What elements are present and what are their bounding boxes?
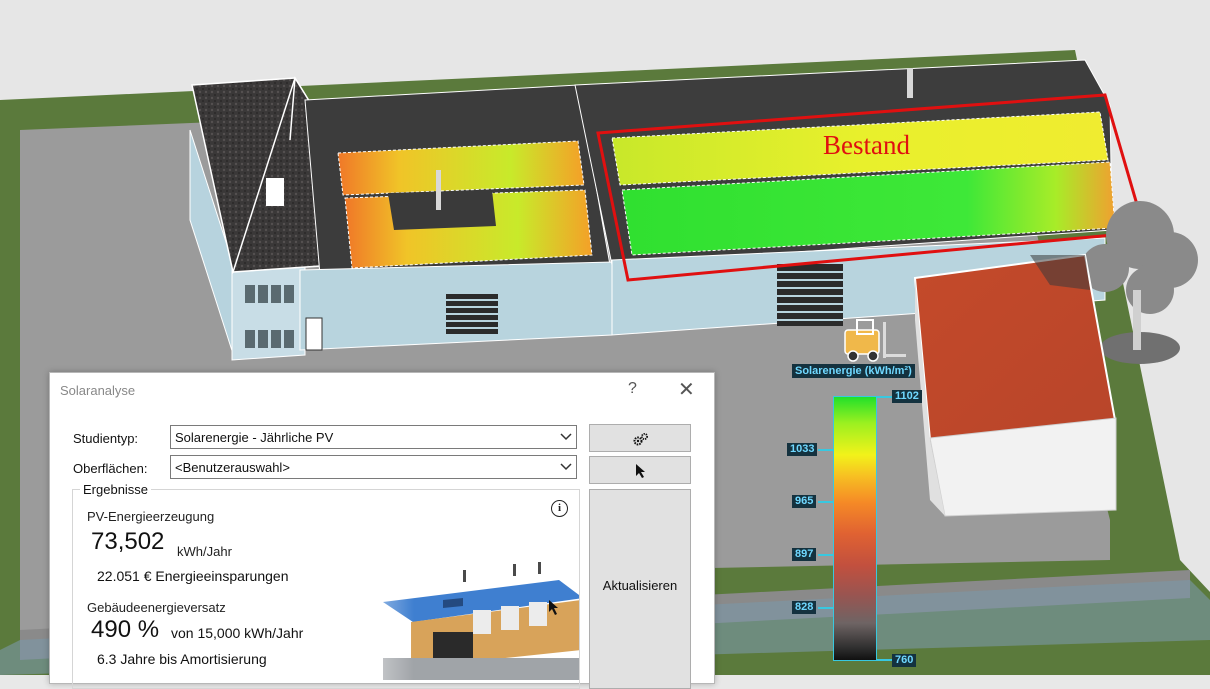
legend-tick-line (876, 659, 892, 661)
pv-production-heading: PV-Energieerzeugung (87, 509, 215, 524)
legend-tick-line (818, 607, 834, 609)
study-type-label: Studientyp: (73, 431, 139, 446)
surfaces-select[interactable]: <Benutzerauswahl> (170, 455, 577, 479)
help-button[interactable]: ? (628, 380, 637, 398)
legend-tick-line (876, 396, 892, 398)
dialog-title: Solaranalyse (60, 383, 136, 398)
results-group-title: Ergebnisse (80, 482, 152, 497)
results-group: i PV-Energieerzeugung 73,502 kWh/Jahr 22… (72, 489, 580, 689)
gears-icon (633, 433, 648, 446)
legend-tick-line (818, 501, 834, 503)
building-offset-reference: von 15,000 kWh/Jahr (171, 625, 304, 641)
legend-tick: 1033 (787, 443, 818, 456)
study-type-value: Solarenergie - Jährliche PV (175, 430, 334, 445)
legend-color-bar (833, 396, 877, 661)
legend-tick-min: 760 (892, 654, 917, 667)
legend-tick: 828 (792, 601, 817, 614)
building-offset-heading: Gebäudeenergieversatz (87, 600, 226, 615)
chevron-down-icon (560, 433, 572, 441)
solar-analysis-dialog: Solaranalyse ? ✕ Studientyp: Solarenergi… (49, 372, 715, 689)
pv-production-value: 73,502 (91, 528, 165, 555)
info-icon[interactable]: i (551, 500, 568, 517)
chevron-down-icon (560, 463, 572, 471)
legend-tick-max: 1102 (892, 390, 922, 403)
legend-tick-line (818, 449, 834, 451)
select-surfaces-button[interactable] (589, 456, 691, 484)
surfaces-label: Oberflächen: (73, 461, 148, 476)
payback-period: 6.3 Jahre bis Amortisierung (97, 651, 267, 667)
legend-title: Solarenergie (kWh/m²) (792, 364, 915, 378)
building-offset-value: 490 % (91, 616, 160, 643)
close-button[interactable]: ✕ (678, 377, 695, 402)
cursor-arrow-icon (636, 464, 645, 478)
legend-tick-line (818, 554, 834, 556)
house-illustration (323, 540, 579, 680)
legend-tick: 965 (792, 495, 817, 508)
surfaces-value: <Benutzerauswahl> (175, 460, 290, 475)
settings-button[interactable] (589, 424, 691, 452)
legend-tick: 897 (792, 548, 817, 561)
update-button-label: Aktualisieren (602, 578, 678, 593)
study-type-select[interactable]: Solarenergie - Jährliche PV (170, 425, 577, 449)
pv-production-unit: kWh/Jahr (177, 544, 232, 559)
update-button[interactable]: Aktualisieren (589, 489, 691, 689)
bestand-label: Bestand (823, 130, 910, 160)
energy-savings: 22.051 € Energieeinsparungen (97, 568, 289, 584)
